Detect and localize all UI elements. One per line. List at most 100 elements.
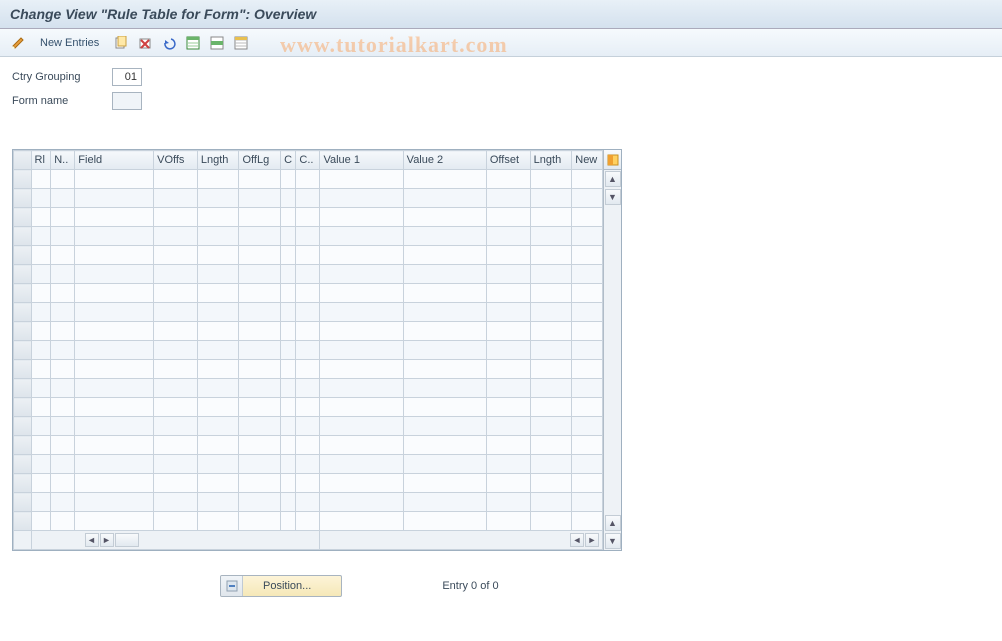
cell[interactable] bbox=[572, 417, 603, 436]
cell[interactable] bbox=[75, 341, 154, 360]
cell[interactable] bbox=[320, 246, 403, 265]
row-selector[interactable] bbox=[14, 455, 32, 474]
grid[interactable]: Rl N.. Field VOffs Lngth OffLg C C.. Val… bbox=[13, 150, 603, 550]
cell[interactable] bbox=[239, 512, 281, 531]
cell[interactable] bbox=[31, 341, 51, 360]
cell[interactable] bbox=[51, 512, 75, 531]
position-button[interactable]: Position... bbox=[220, 575, 342, 597]
cell[interactable] bbox=[486, 398, 530, 417]
cell[interactable] bbox=[31, 493, 51, 512]
cell[interactable] bbox=[239, 303, 281, 322]
cell[interactable] bbox=[281, 455, 296, 474]
cell[interactable] bbox=[239, 493, 281, 512]
cell[interactable] bbox=[320, 455, 403, 474]
table-row[interactable] bbox=[14, 227, 603, 246]
cell[interactable] bbox=[403, 322, 486, 341]
cell[interactable] bbox=[320, 189, 403, 208]
row-selector-header[interactable] bbox=[14, 151, 32, 170]
row-selector[interactable] bbox=[14, 246, 32, 265]
cell[interactable] bbox=[197, 227, 239, 246]
cell[interactable] bbox=[296, 284, 320, 303]
cell[interactable] bbox=[281, 341, 296, 360]
cell[interactable] bbox=[320, 360, 403, 379]
cell[interactable] bbox=[154, 303, 198, 322]
cell[interactable] bbox=[486, 170, 530, 189]
cell[interactable] bbox=[239, 322, 281, 341]
cell[interactable] bbox=[296, 170, 320, 189]
cell[interactable] bbox=[281, 379, 296, 398]
cell[interactable] bbox=[486, 341, 530, 360]
form-name-input[interactable] bbox=[112, 92, 142, 110]
cell[interactable] bbox=[75, 322, 154, 341]
cell[interactable] bbox=[403, 455, 486, 474]
cell[interactable] bbox=[530, 455, 572, 474]
cell[interactable] bbox=[403, 398, 486, 417]
hscroll-left-button[interactable]: ◄ bbox=[85, 533, 99, 547]
cell[interactable] bbox=[31, 227, 51, 246]
cell[interactable] bbox=[320, 493, 403, 512]
cell[interactable] bbox=[154, 379, 198, 398]
cell[interactable] bbox=[197, 322, 239, 341]
cell[interactable] bbox=[530, 474, 572, 493]
cell[interactable] bbox=[530, 398, 572, 417]
cell[interactable] bbox=[530, 208, 572, 227]
cell[interactable] bbox=[296, 379, 320, 398]
deselect-all-button[interactable] bbox=[231, 33, 251, 53]
delete-button[interactable] bbox=[135, 33, 155, 53]
hscroll-left2-button[interactable]: ◄ bbox=[570, 533, 584, 547]
toggle-display-change-button[interactable] bbox=[8, 33, 28, 53]
cell[interactable] bbox=[320, 474, 403, 493]
cell[interactable] bbox=[31, 303, 51, 322]
cell[interactable] bbox=[239, 189, 281, 208]
cell[interactable] bbox=[572, 398, 603, 417]
cell[interactable] bbox=[197, 379, 239, 398]
col-value1[interactable]: Value 1 bbox=[320, 151, 403, 170]
cell[interactable] bbox=[572, 455, 603, 474]
row-selector[interactable] bbox=[14, 379, 32, 398]
table-row[interactable] bbox=[14, 303, 603, 322]
vscroll-down-button[interactable]: ▼ bbox=[605, 189, 621, 205]
cell[interactable] bbox=[281, 493, 296, 512]
cell[interactable] bbox=[281, 398, 296, 417]
cell[interactable] bbox=[239, 436, 281, 455]
cell[interactable] bbox=[154, 493, 198, 512]
table-row[interactable] bbox=[14, 246, 603, 265]
col-field[interactable]: Field bbox=[75, 151, 154, 170]
cell[interactable] bbox=[572, 322, 603, 341]
cell[interactable] bbox=[296, 246, 320, 265]
cell[interactable] bbox=[51, 284, 75, 303]
row-selector[interactable] bbox=[14, 474, 32, 493]
vscroll-up2-button[interactable]: ▲ bbox=[605, 515, 621, 531]
cell[interactable] bbox=[31, 284, 51, 303]
cell[interactable] bbox=[31, 360, 51, 379]
cell[interactable] bbox=[239, 398, 281, 417]
cell[interactable] bbox=[486, 208, 530, 227]
cell[interactable] bbox=[403, 303, 486, 322]
cell[interactable] bbox=[403, 246, 486, 265]
col-lngth2[interactable]: Lngth bbox=[530, 151, 572, 170]
cell[interactable] bbox=[239, 227, 281, 246]
cell[interactable] bbox=[486, 246, 530, 265]
cell[interactable] bbox=[403, 417, 486, 436]
cell[interactable] bbox=[530, 284, 572, 303]
cell[interactable] bbox=[320, 265, 403, 284]
cell[interactable] bbox=[239, 341, 281, 360]
cell[interactable] bbox=[197, 398, 239, 417]
cell[interactable] bbox=[296, 512, 320, 531]
row-selector[interactable] bbox=[14, 341, 32, 360]
cell[interactable] bbox=[403, 265, 486, 284]
cell[interactable] bbox=[486, 303, 530, 322]
cell[interactable] bbox=[239, 170, 281, 189]
cell[interactable] bbox=[281, 474, 296, 493]
table-row[interactable] bbox=[14, 322, 603, 341]
cell[interactable] bbox=[281, 265, 296, 284]
cell[interactable] bbox=[197, 303, 239, 322]
table-row[interactable] bbox=[14, 398, 603, 417]
cell[interactable] bbox=[75, 265, 154, 284]
table-row[interactable] bbox=[14, 455, 603, 474]
cell[interactable] bbox=[320, 417, 403, 436]
cell[interactable] bbox=[239, 455, 281, 474]
cell[interactable] bbox=[403, 208, 486, 227]
cell[interactable] bbox=[154, 436, 198, 455]
cell[interactable] bbox=[197, 512, 239, 531]
